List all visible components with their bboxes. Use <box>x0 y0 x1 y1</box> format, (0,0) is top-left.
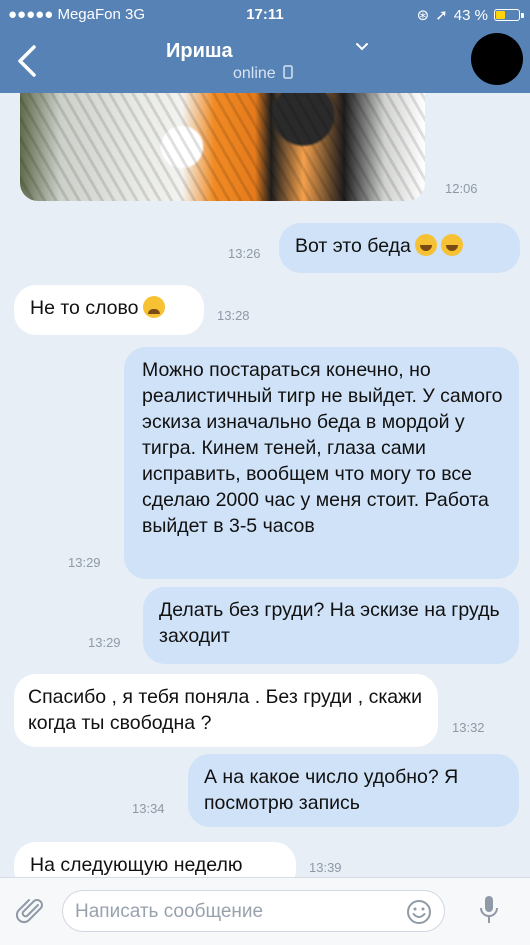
online-status-label: online <box>233 65 276 82</box>
online-status: online <box>233 65 293 83</box>
message-list[interactable]: 12:06 13:26 Вот это беда Не то слово 13:… <box>0 93 530 877</box>
outgoing-message[interactable]: Вот это беда <box>279 223 520 273</box>
message-text: Вот это беда <box>295 235 411 257</box>
message-time: 12:06 <box>445 181 478 196</box>
location-arrow-icon: ➚ <box>435 7 448 24</box>
message-text: Можно постараться конечно, но реалистичн… <box>142 359 503 537</box>
incoming-message[interactable]: Не то слово <box>14 285 204 335</box>
message-text: А на какое число удобно? Я посмотрю запи… <box>204 766 459 814</box>
message-time: 13:32 <box>452 720 485 735</box>
status-bar: ●●●●● MegaFon 3G 17:11 ⊛ ➚ 43 % <box>0 0 530 28</box>
smile-icon[interactable] <box>406 899 432 925</box>
mobile-icon <box>283 65 293 79</box>
message-input[interactable]: Написать сообщение <box>62 890 445 932</box>
outgoing-message[interactable]: Делать без груди? На эскизе на грудь зах… <box>143 587 519 664</box>
chevron-down-icon <box>356 43 368 51</box>
incoming-message[interactable]: На следующую неделю <box>14 842 296 877</box>
crying-emoji-icon <box>142 296 165 318</box>
lock-rotation-icon: ⊛ <box>416 7 430 24</box>
grinning-emoji-icon <box>414 234 437 256</box>
battery-percent: 43 % <box>453 6 488 24</box>
contact-name: Ириша <box>166 40 233 62</box>
message-text: Не то слово <box>30 297 139 319</box>
microphone-icon[interactable] <box>478 894 500 926</box>
outgoing-message[interactable]: А на какое число удобно? Я посмотрю запи… <box>188 754 519 827</box>
back-button[interactable] <box>10 44 44 78</box>
outgoing-message[interactable]: Можно постараться конечно, но реалистичн… <box>124 347 519 579</box>
incoming-message[interactable]: Спасибо , я тебя поняла . Без груди , ск… <box>14 674 438 747</box>
message-time: 13:29 <box>88 635 121 650</box>
chat-header: ●●●●● MegaFon 3G 17:11 ⊛ ➚ 43 % Ириша on… <box>0 0 530 93</box>
message-text: Делать без груди? На эскизе на грудь зах… <box>159 599 500 647</box>
message-input-placeholder: Написать сообщение <box>75 901 264 922</box>
message-text: На следующую неделю <box>30 854 243 876</box>
status-right: ⊛ ➚ 43 % <box>416 6 524 24</box>
message-time: 13:28 <box>217 308 250 323</box>
photo-message[interactable] <box>20 93 425 201</box>
message-time: 13:39 <box>309 860 342 875</box>
message-time: 13:29 <box>68 555 101 570</box>
message-time: 13:26 <box>228 246 261 261</box>
message-time: 13:34 <box>132 801 165 816</box>
battery-icon <box>494 9 524 21</box>
message-text: Спасибо , я тебя поняла . Без груди , ск… <box>28 686 423 734</box>
paperclip-icon[interactable] <box>16 896 46 926</box>
avatar[interactable] <box>471 33 523 85</box>
battery-fill <box>496 11 505 19</box>
message-composer: Написать сообщение <box>0 877 530 945</box>
grinning-emoji-icon <box>440 234 463 256</box>
chevron-left-icon <box>18 45 36 77</box>
